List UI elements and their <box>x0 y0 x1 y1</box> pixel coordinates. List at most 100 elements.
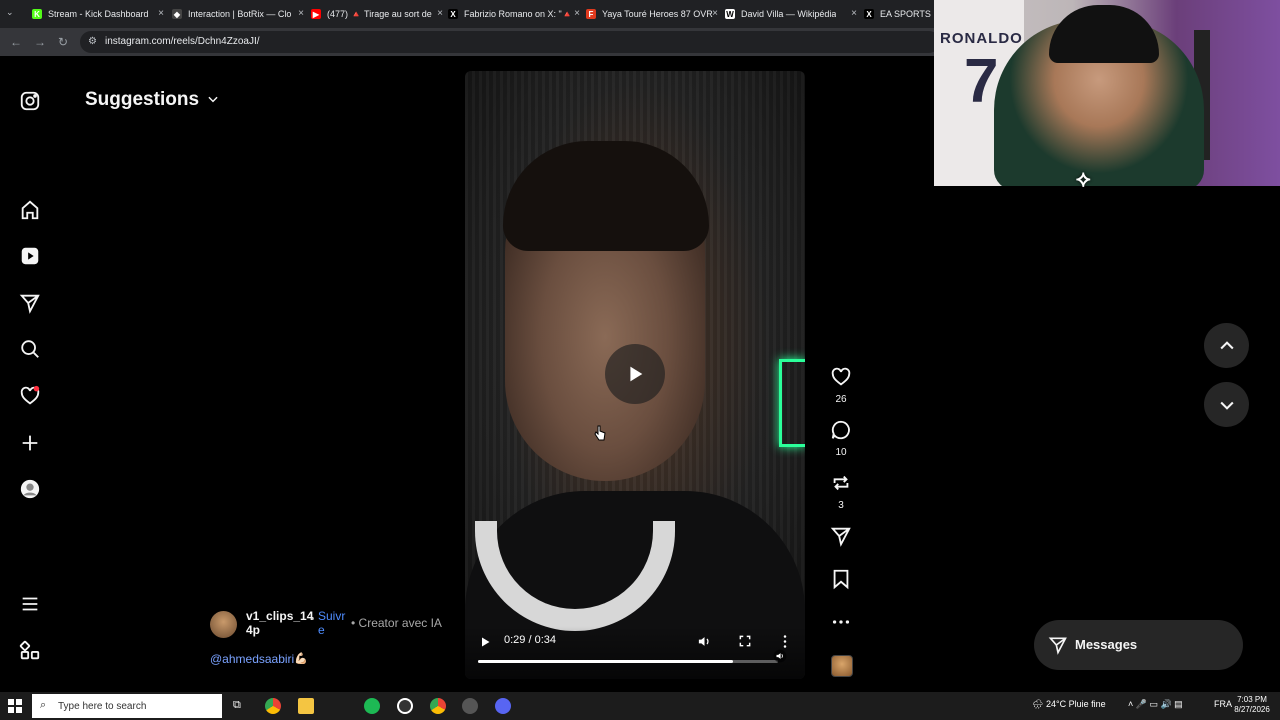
jersey-name: RONALDO <box>940 30 1023 47</box>
caption-mention[interactable]: @ahmedsaabiri <box>210 652 294 666</box>
page-title[interactable]: Suggestions <box>85 89 199 111</box>
also-from-meta-icon[interactable] <box>18 639 42 663</box>
tab-title: Yaya Touré Heroes 87 OVR <box>602 9 713 19</box>
browser-tab[interactable]: X Fabrizio Romano on X: "🔺 × <box>448 4 580 24</box>
tab-search-button[interactable]: ⌄ <box>6 7 14 18</box>
tab-favicon-icon: K <box>32 9 42 19</box>
windows-taskbar: ⌕ Type here to search ⧉ 🌧 24°C Pluie fin… <box>0 692 1280 720</box>
heart-icon <box>831 367 851 386</box>
tab-close-icon[interactable]: × <box>851 8 857 19</box>
more-menu-icon[interactable] <box>18 592 42 616</box>
share-button[interactable] <box>829 525 853 552</box>
chevron-down-icon[interactable] <box>206 92 220 106</box>
play-small-icon[interactable] <box>479 636 491 648</box>
progress-bar[interactable] <box>478 660 778 663</box>
creator-tag: • Creator avec IA <box>351 616 442 630</box>
like-button[interactable]: 26 <box>829 366 853 405</box>
messages-label: Messages <box>1075 637 1138 652</box>
windows-start-icon[interactable] <box>8 699 22 713</box>
file-explorer-icon[interactable] <box>298 698 314 714</box>
task-view-icon[interactable]: ⧉ <box>233 699 241 712</box>
like-count: 26 <box>835 394 847 405</box>
author-avatar[interactable] <box>210 611 237 638</box>
mute-toggle-icon[interactable] <box>773 649 787 663</box>
comment-button[interactable]: 10 <box>829 419 853 458</box>
comment-count: 10 <box>835 447 847 458</box>
instagram-logo-icon[interactable] <box>18 89 42 113</box>
tab-close-icon[interactable]: × <box>437 8 443 19</box>
tab-close-icon[interactable]: × <box>712 8 718 19</box>
home-icon[interactable] <box>18 198 42 222</box>
audio-thumbnail[interactable] <box>831 655 853 677</box>
reel-video[interactable]: 0:29 / 0:34 <box>465 71 805 679</box>
weather-widget[interactable]: 🌧 24°C Pluie fine <box>1032 699 1106 710</box>
notifications-icon[interactable] <box>18 384 42 408</box>
tab-favicon-icon: W <box>725 9 735 19</box>
taskbar-clock[interactable]: 7:03 PM 8/27/2026 <box>1232 695 1272 715</box>
reels-icon[interactable] <box>18 244 42 268</box>
reload-icon[interactable]: ↻ <box>58 35 68 49</box>
profile-icon[interactable] <box>18 477 42 501</box>
messages-button[interactable]: Messages <box>1034 620 1243 670</box>
settings-icon[interactable] <box>462 698 478 714</box>
next-reel-button[interactable] <box>1204 382 1249 427</box>
browser-tab[interactable]: X EA SPORTS F <box>864 4 934 24</box>
comment-icon <box>831 420 850 440</box>
follow-button[interactable]: Suivre <box>318 609 348 637</box>
weather-text: 24°C Pluie fine <box>1045 699 1106 709</box>
forward-icon[interactable]: → <box>34 35 46 49</box>
url-text: instagram.com/reels/Dchn4ZzoaJI/ <box>105 36 260 47</box>
weather-icon: 🌧 <box>1032 699 1044 709</box>
play-button[interactable] <box>605 344 665 404</box>
save-button[interactable] <box>829 568 853 595</box>
video-time: 0:29 / 0:34 <box>504 634 556 646</box>
chrome-icon[interactable] <box>265 698 281 714</box>
back-icon[interactable]: ← <box>10 35 22 49</box>
tab-title: (477) 🔺 Tirage au sort de <box>327 8 432 19</box>
browser-tab[interactable]: ▶ (477) 🔺 Tirage au sort de × <box>311 4 443 24</box>
app-icon[interactable] <box>397 698 413 714</box>
repost-button[interactable]: 3 <box>829 472 853 511</box>
direct-icon[interactable] <box>18 291 42 315</box>
tab-title: Stream - Kick Dashboard <box>48 9 149 19</box>
search-icon[interactable] <box>18 337 42 361</box>
clock-date: 8/27/2026 <box>1234 705 1270 714</box>
repost-icon <box>833 475 849 491</box>
volume-icon[interactable] <box>697 634 712 649</box>
tab-close-icon[interactable]: × <box>298 8 304 19</box>
bookmark-icon <box>833 569 849 590</box>
more-options-button[interactable] <box>829 611 853 638</box>
tab-title: EA SPORTS F <box>880 9 934 19</box>
browser-tab[interactable]: W David Villa — Wikipédia × <box>725 4 857 24</box>
neon-light <box>779 359 805 447</box>
taskbar-search[interactable]: ⌕ Type here to search <box>32 694 222 718</box>
browser-tab[interactable]: ◆ Interaction | BotRix — Clo × <box>172 4 304 24</box>
author-username[interactable]: v1_clips_14 4p <box>246 609 313 637</box>
clock-time: 7:03 PM <box>1237 695 1267 704</box>
browser-tab[interactable]: K Stream - Kick Dashboard × <box>32 4 164 24</box>
video-more-icon[interactable] <box>779 634 791 649</box>
more-horizontal-icon <box>832 620 850 624</box>
tab-close-icon[interactable]: × <box>158 8 164 19</box>
browser-tab[interactable]: F Yaya Touré Heroes 87 OVR × <box>586 4 718 24</box>
taskbar-search-placeholder: Type here to search <box>58 701 147 712</box>
tab-favicon-icon: ▶ <box>311 9 321 19</box>
site-info-icon[interactable]: ⚙ <box>88 36 97 47</box>
create-icon[interactable] <box>18 431 42 455</box>
chrome-active-icon[interactable] <box>430 698 446 714</box>
previous-reel-button[interactable] <box>1204 323 1249 368</box>
chevron-up-icon <box>1219 340 1234 349</box>
caption-emoji: 💪🏻 <box>294 653 308 665</box>
spotify-icon[interactable] <box>364 698 380 714</box>
tab-title: Interaction | BotRix — Clo <box>188 9 292 19</box>
streamer-logo-icon: ⟡ <box>1076 166 1091 191</box>
tab-close-icon[interactable]: × <box>574 8 580 19</box>
url-field[interactable]: ⚙ instagram.com/reels/Dchn4ZzoaJI/ <box>80 31 940 53</box>
separator-dot-2: • <box>351 616 356 630</box>
fullscreen-icon[interactable] <box>738 634 752 648</box>
tray-icons[interactable]: ˄ 🎤 ▭ 🔊 ▤ <box>1128 699 1183 710</box>
discord-icon[interactable] <box>495 698 511 714</box>
separator-dot: • <box>311 614 315 624</box>
language-indicator[interactable]: FRA <box>1214 699 1232 709</box>
tab-favicon-icon: ◆ <box>172 9 182 19</box>
